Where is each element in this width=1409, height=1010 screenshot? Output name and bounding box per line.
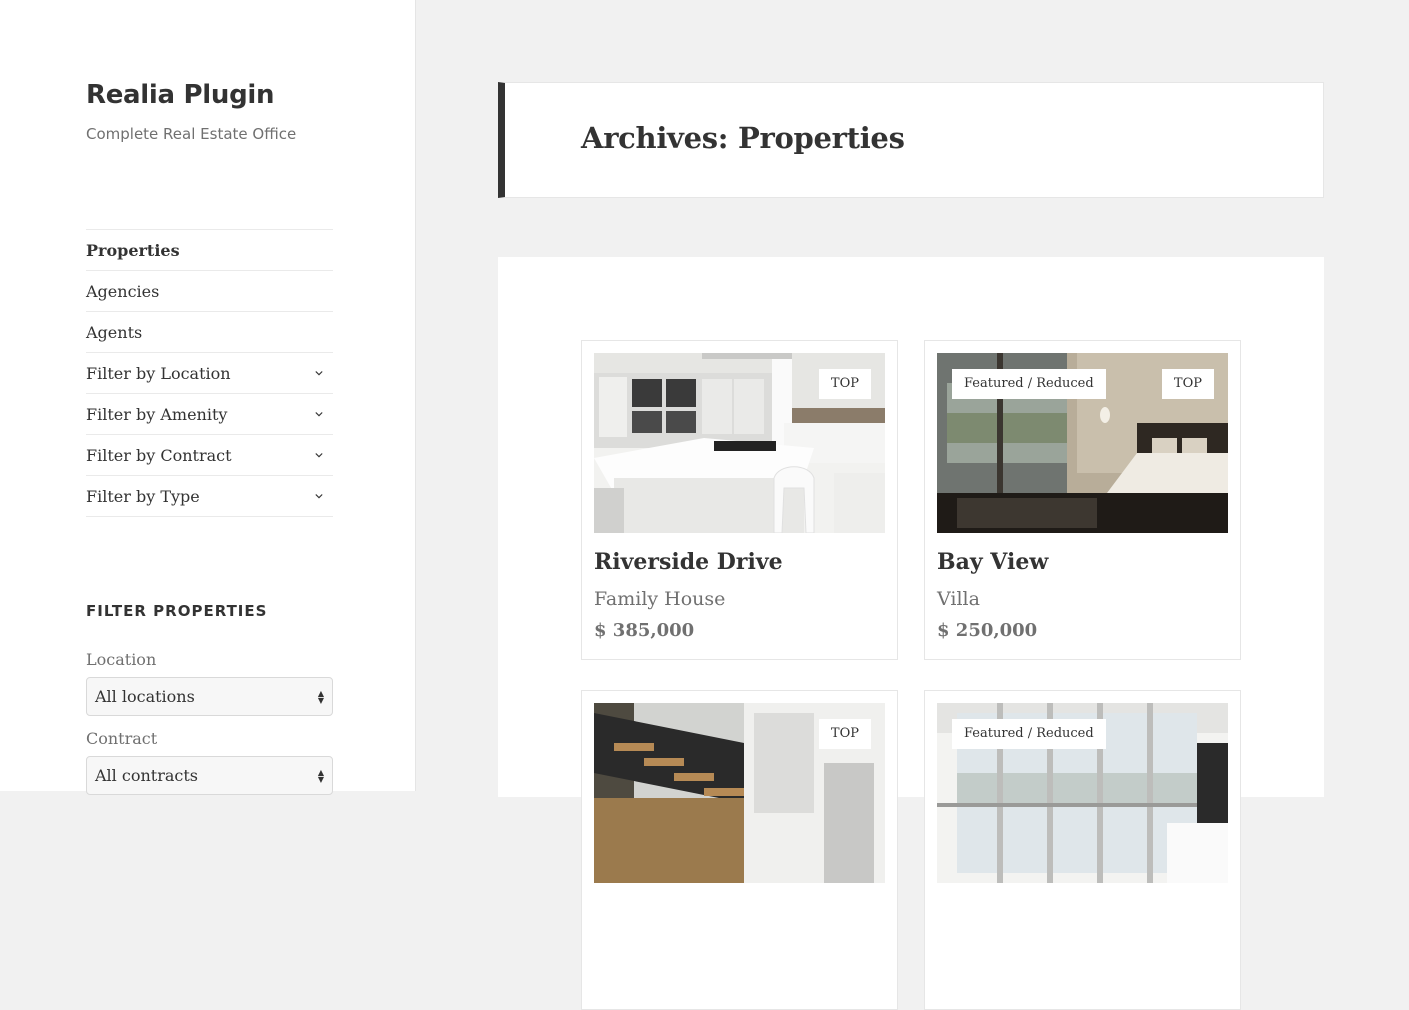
property-card-bay-view[interactable]: Featured / Reduced TOP Bay View Villa $ … — [924, 340, 1241, 660]
nav-item-properties[interactable]: Properties — [86, 230, 333, 271]
location-label: Location — [86, 650, 157, 669]
nav-item-filter-by-amenity[interactable]: Filter by Amenity — [86, 394, 333, 435]
nav-item-label: Filter by Contract — [86, 445, 232, 465]
site-description: Complete Real Estate Office — [86, 125, 297, 143]
chevron-down-icon[interactable] — [315, 492, 323, 500]
living-room-photo[interactable]: Featured / Reduced — [937, 703, 1228, 883]
nav-item-filter-by-contract[interactable]: Filter by Contract — [86, 435, 333, 476]
property-card[interactable]: TOP — [581, 690, 898, 1010]
nav-item-label: Filter by Location — [86, 363, 231, 383]
contract-select[interactable]: All contracts ▲ ▼ — [86, 756, 333, 795]
select-arrows-icon: ▲ ▼ — [317, 767, 324, 784]
bedroom-photo[interactable]: Featured / Reduced TOP — [937, 353, 1228, 533]
nav-item-agencies[interactable]: Agencies — [86, 271, 333, 312]
nav-item-label: Filter by Amenity — [86, 404, 228, 424]
nav-item-filter-by-type[interactable]: Filter by Type — [86, 476, 333, 517]
staircase-photo[interactable]: TOP — [594, 703, 885, 883]
sidebar: Realia Plugin Complete Real Estate Offic… — [0, 0, 416, 795]
nav-item-agents[interactable]: Agents — [86, 312, 333, 353]
property-title[interactable]: Riverside Drive — [594, 549, 783, 575]
property-card-riverside-drive[interactable]: TOP Riverside Drive Family House $ 385,0… — [581, 340, 898, 660]
main-navigation: Properties Agencies Agents Filter by Loc… — [86, 229, 333, 517]
nav-item-label: Filter by Type — [86, 486, 200, 506]
archive-header: Archives: Properties — [498, 82, 1324, 198]
property-card[interactable]: Featured / Reduced — [924, 690, 1241, 1010]
property-title[interactable]: Bay View — [937, 549, 1048, 575]
nav-item-filter-by-location[interactable]: Filter by Location — [86, 353, 333, 394]
top-badge: TOP — [818, 369, 871, 399]
property-price: $ 250,000 — [937, 620, 1038, 641]
nav-item-label: Properties — [86, 240, 180, 260]
contract-select-value: All contracts — [95, 766, 198, 785]
site-title[interactable]: Realia Plugin — [86, 80, 275, 110]
top-badge: TOP — [818, 719, 871, 749]
property-grid: TOP Riverside Drive Family House $ 385,0… — [498, 257, 1324, 1010]
status-badge: Featured / Reduced — [952, 719, 1106, 749]
contract-label: Contract — [86, 729, 158, 748]
top-badge: TOP — [1161, 369, 1214, 399]
chevron-down-icon[interactable] — [315, 451, 323, 459]
nav-item-label: Agents — [86, 322, 143, 342]
property-price: $ 385,000 — [594, 620, 695, 641]
chevron-down-icon[interactable] — [315, 369, 323, 377]
select-arrows-icon: ▲ ▼ — [317, 688, 324, 705]
location-select-value: All locations — [95, 687, 195, 706]
nav-item-label: Agencies — [86, 281, 160, 301]
status-badge: Featured / Reduced — [952, 369, 1106, 399]
location-select[interactable]: All locations ▲ ▼ — [86, 677, 333, 716]
chevron-down-icon[interactable] — [315, 410, 323, 418]
property-type: Villa — [937, 588, 980, 610]
property-type: Family House — [594, 588, 726, 610]
page-title: Archives: Properties — [581, 121, 905, 155]
filter-properties-heading: FILTER PROPERTIES — [86, 602, 268, 620]
kitchen-photo[interactable]: TOP — [594, 353, 885, 533]
